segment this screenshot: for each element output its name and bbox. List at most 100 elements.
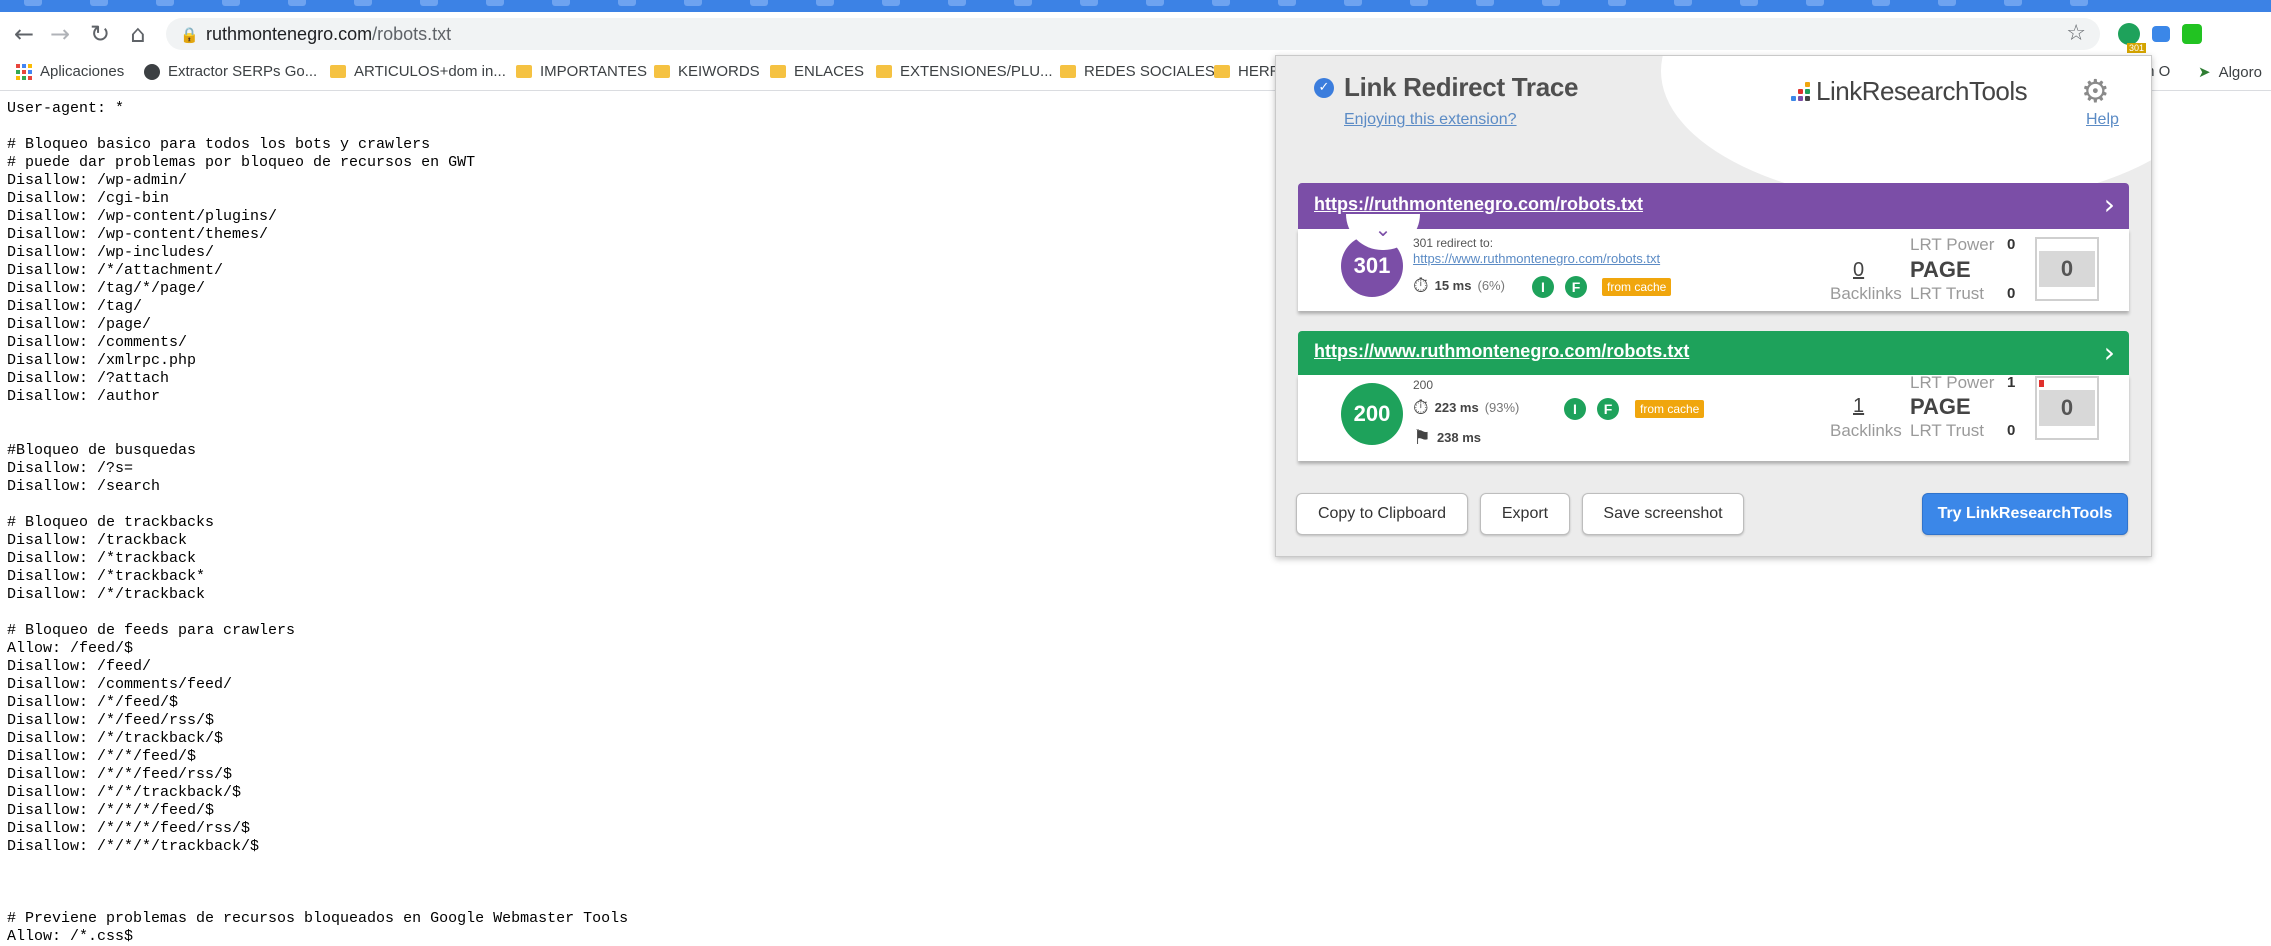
tab-favicon[interactable] bbox=[1080, 0, 1098, 6]
home-icon[interactable]: ⌂ bbox=[122, 18, 154, 50]
tab-favicon[interactable] bbox=[1476, 0, 1494, 6]
extension-icons: 301 bbox=[2118, 20, 2234, 53]
info-badge-icon[interactable]: I bbox=[1564, 398, 1586, 420]
tab-favicon[interactable] bbox=[288, 0, 306, 6]
tab-favicon[interactable] bbox=[1806, 0, 1824, 6]
tab-favicon[interactable] bbox=[1938, 0, 1956, 6]
link-redirect-trace-extension-icon[interactable]: 301 bbox=[2118, 23, 2146, 53]
bookmark-item[interactable]: ENLACES bbox=[770, 63, 864, 80]
tab-favicon[interactable] bbox=[1212, 0, 1230, 6]
bookmark-item[interactable]: ➤ Algoro bbox=[2198, 63, 2262, 81]
tab-favicon[interactable] bbox=[2070, 0, 2088, 6]
tab-favicon[interactable] bbox=[948, 0, 966, 6]
hop-url-bar[interactable]: https://ruthmontenegro.com/robots.txt › bbox=[1298, 183, 2129, 229]
extension-icon[interactable] bbox=[2182, 24, 2202, 44]
tab-favicon[interactable] bbox=[156, 0, 174, 6]
redirect-hop: https://www.ruthmontenegro.com/robots.tx… bbox=[1298, 331, 2129, 461]
tab-favicon[interactable] bbox=[222, 0, 240, 6]
back-arrow-icon[interactable]: ← bbox=[8, 18, 40, 50]
tab-favicon[interactable] bbox=[1542, 0, 1560, 6]
tab-favicon[interactable] bbox=[816, 0, 834, 6]
bookmark-item[interactable]: REDES SOCIALES bbox=[1060, 63, 1215, 80]
address-bar[interactable]: 🔒 ruthmontenegro.com/robots.txt ☆ bbox=[166, 18, 2100, 50]
forward-arrow-icon[interactable]: → bbox=[44, 18, 76, 50]
reload-icon[interactable]: ↻ bbox=[84, 18, 116, 50]
bookmark-item[interactable]: IMPORTANTES bbox=[516, 63, 647, 80]
chevron-right-icon[interactable]: › bbox=[2104, 336, 2115, 369]
enjoy-extension-link[interactable]: Enjoying this extension? bbox=[1344, 111, 1517, 129]
score-box: 0 bbox=[2035, 376, 2099, 440]
backlinks-count[interactable]: 1 bbox=[1853, 395, 1864, 418]
tab-favicon[interactable] bbox=[354, 0, 372, 6]
bookmark-item[interactable]: Aplicaciones bbox=[16, 63, 124, 80]
stopwatch-icon: ⏱ bbox=[1413, 273, 1429, 297]
brand-name: LinkResearchTools bbox=[1816, 76, 2028, 106]
apps-grid-icon bbox=[16, 63, 32, 80]
bookmark-star-icon[interactable]: ☆ bbox=[2066, 21, 2086, 46]
tab-favicon[interactable] bbox=[618, 0, 636, 6]
info-badge-icon[interactable]: I bbox=[1532, 276, 1554, 298]
brand-dots-icon bbox=[1791, 82, 1810, 101]
tab-favicon[interactable] bbox=[1608, 0, 1626, 6]
try-linkresearchtools-button[interactable]: Try LinkResearchTools bbox=[1922, 493, 2128, 535]
backlinks-count[interactable]: 0 bbox=[1853, 259, 1864, 282]
bookmark-label: Extractor SERPs Go... bbox=[168, 63, 318, 80]
extension-icon[interactable] bbox=[2214, 24, 2234, 44]
total-timing: ⚑ 238 ms bbox=[1413, 425, 1481, 449]
bookmark-item[interactable]: Extractor SERPs Go... bbox=[144, 63, 317, 80]
tab-favicon[interactable] bbox=[1410, 0, 1428, 6]
bookmark-label: Algoro bbox=[2218, 63, 2262, 81]
url-host: ruthmontenegro.com bbox=[206, 24, 373, 44]
tab-favicon[interactable] bbox=[1740, 0, 1758, 6]
page-label: PAGE bbox=[1910, 394, 1971, 419]
lrt-power-bar bbox=[2039, 380, 2044, 387]
bookmark-item[interactable]: KEIWORDS bbox=[654, 63, 760, 80]
timing: ⏱ 15 ms (6%) bbox=[1413, 273, 1505, 297]
status-code-circle: 200 bbox=[1341, 383, 1403, 445]
tab-favicon[interactable] bbox=[1014, 0, 1032, 6]
tab-favicon[interactable] bbox=[90, 0, 108, 6]
hop-url[interactable]: https://www.ruthmontenegro.com/robots.tx… bbox=[1314, 341, 1689, 362]
extension-icon[interactable] bbox=[2152, 26, 2170, 42]
tab-favicon[interactable] bbox=[1146, 0, 1164, 6]
chevron-right-icon[interactable]: › bbox=[2104, 188, 2115, 221]
popup-title: ✓ Link Redirect Trace bbox=[1314, 72, 1578, 103]
tab-favicon[interactable] bbox=[420, 0, 438, 6]
redirect-target-link[interactable]: https://www.ruthmontenegro.com/robots.tx… bbox=[1413, 251, 1660, 266]
flag-badge-icon[interactable]: F bbox=[1597, 398, 1619, 420]
export-button[interactable]: Export bbox=[1480, 493, 1570, 535]
hop-url-bar[interactable]: https://www.ruthmontenegro.com/robots.tx… bbox=[1298, 331, 2129, 375]
brand-logo: LinkResearchTools bbox=[1791, 76, 2028, 107]
tab-favicon[interactable] bbox=[1278, 0, 1296, 6]
settings-gear-icon[interactable]: ⚙ bbox=[2081, 72, 2110, 110]
help-link[interactable]: Help bbox=[2086, 111, 2119, 129]
tab-favicon[interactable] bbox=[552, 0, 570, 6]
tab-favicon[interactable] bbox=[486, 0, 504, 6]
from-cache-tag: from cache bbox=[1602, 278, 1672, 296]
tab-favicon[interactable] bbox=[2004, 0, 2022, 6]
url-text: ruthmontenegro.com/robots.txt bbox=[206, 24, 451, 45]
tab-favicon[interactable] bbox=[1674, 0, 1692, 6]
flag-badge-icon[interactable]: F bbox=[1565, 276, 1587, 298]
extension-badge: 301 bbox=[2126, 43, 2146, 53]
tab-favicon[interactable] bbox=[882, 0, 900, 6]
bookmark-icon: ➤ bbox=[2198, 63, 2211, 81]
tab-favicon[interactable] bbox=[684, 0, 702, 6]
save-screenshot-button[interactable]: Save screenshot bbox=[1582, 493, 1744, 535]
lrt-power-value: 1 bbox=[2007, 374, 2016, 391]
bookmark-label: ARTICULOS+dom in... bbox=[354, 63, 506, 80]
time-percent: (6%) bbox=[1477, 277, 1505, 293]
bookmark-item[interactable]: EXTENSIONES/PLU... bbox=[876, 63, 1053, 80]
hop-url[interactable]: https://ruthmontenegro.com/robots.txt bbox=[1314, 194, 1643, 215]
lrt-trust-value: 0 bbox=[2007, 285, 2016, 302]
page-label: PAGE bbox=[1910, 257, 1971, 282]
bookmark-item[interactable]: ARTICULOS+dom in... bbox=[330, 63, 506, 80]
tab-favicon[interactable] bbox=[750, 0, 768, 6]
tab-favicon[interactable] bbox=[1344, 0, 1362, 6]
tab-favicon[interactable] bbox=[1872, 0, 1890, 6]
tab-favicon[interactable] bbox=[24, 0, 42, 6]
score-box: 0 bbox=[2035, 237, 2099, 301]
bookmark-label: REDES SOCIALES bbox=[1084, 63, 1215, 80]
copy-to-clipboard-button[interactable]: Copy to Clipboard bbox=[1296, 493, 1468, 535]
bookmark-item[interactable]: HERR bbox=[1214, 63, 1281, 80]
